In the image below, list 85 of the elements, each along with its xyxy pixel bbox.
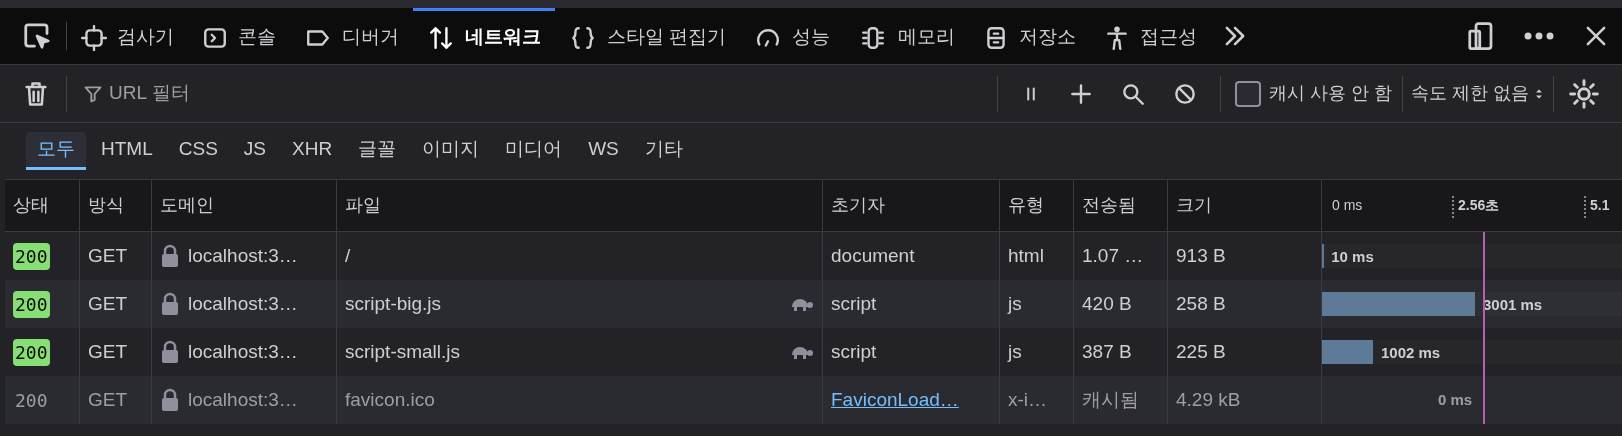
timing-label: 1002 ms — [1381, 343, 1441, 363]
checkbox[interactable] — [1234, 80, 1261, 107]
table-cell-text: localhost:3… — [188, 291, 298, 316]
lock-icon — [160, 292, 180, 316]
type-filter-button[interactable]: WS — [577, 132, 630, 170]
timeline-tick-label: 2.56초 — [1458, 196, 1500, 215]
column-header[interactable]: 유형 — [1008, 192, 1044, 219]
funnel-icon — [83, 83, 103, 104]
table-cell-text: script — [831, 339, 877, 364]
column-header[interactable]: 전송됨 — [1082, 192, 1136, 219]
table-cell-text: script — [831, 291, 877, 316]
status-code: 200 — [14, 388, 49, 413]
table-cell-text: html — [1008, 243, 1044, 268]
table-cell-text: GET — [88, 339, 128, 364]
element-picker-icon — [22, 21, 52, 51]
type-filter-button[interactable]: 이미지 — [411, 132, 491, 170]
type-filter-button[interactable]: CSS — [167, 132, 229, 170]
lock-icon — [160, 340, 180, 364]
throttling-dropdown[interactable]: 속도 제한 없음 — [1402, 75, 1553, 112]
devtools-tab[interactable]: 스타일 편집기 — [555, 8, 741, 64]
type-filter-button[interactable]: 모두 — [26, 132, 86, 170]
column-header[interactable]: 초기자 — [831, 192, 885, 219]
table-cell-text: localhost:3… — [188, 387, 298, 412]
table-cell-text: GET — [88, 243, 128, 268]
timing-label: 0 ms — [1438, 389, 1473, 410]
table-cell-text: 913 B — [1176, 243, 1226, 268]
initiator-link: FaviconLoad… — [831, 387, 959, 412]
type-filter-button[interactable]: 기타 — [633, 132, 694, 170]
url-filter-input[interactable]: URL 필터 — [109, 79, 509, 108]
timing-label: 10 ms — [1331, 247, 1374, 267]
table-cell-text: 225 B — [1176, 339, 1226, 364]
table-cell-text: 420 B — [1082, 291, 1132, 316]
table-cell-text: 4.29 kB — [1176, 387, 1241, 412]
more-options-icon — [1524, 32, 1554, 40]
table-cell-text: script-small.js — [345, 339, 461, 364]
column-header[interactable]: 크기 — [1176, 192, 1212, 219]
column-header[interactable]: 도메인 — [160, 192, 214, 219]
timeline-tick-label: 5.1 — [1590, 196, 1610, 215]
table-cell-text: x-i… — [1008, 387, 1048, 412]
table-cell-text: localhost:3… — [188, 339, 298, 364]
curly-braces-icon — [569, 24, 597, 51]
devtools-tab[interactable]: 접근성 — [1090, 8, 1212, 64]
timing-label: 3001 ms — [1483, 295, 1543, 315]
crosshair-icon — [81, 24, 107, 51]
turtle-icon — [790, 296, 814, 312]
turtle-icon — [790, 344, 814, 360]
settings-icon — [1568, 77, 1600, 110]
request-row[interactable]: 200 GET localhost:3… script-big.js script js 420 B 258 B 3001 ms — [5, 280, 1622, 328]
table-cell-text: js — [1008, 291, 1022, 316]
status-code: 200 — [13, 242, 50, 270]
table-cell-text: localhost:3… — [188, 243, 298, 268]
column-header[interactable]: 방식 — [88, 192, 124, 219]
lock-icon — [160, 388, 180, 412]
column-header[interactable]: 상태 — [13, 192, 49, 219]
devtools-tab[interactable]: 네트워크 — [413, 8, 555, 64]
up-down-arrows-icon — [427, 24, 455, 51]
table-cell-text: js — [1008, 339, 1022, 364]
table-cell-text: 캐시됨 — [1082, 387, 1139, 412]
table-cell-text: script-big.js — [345, 291, 442, 316]
table-cell-text: 258 B — [1176, 291, 1226, 316]
checkbox-label: 캐시 사용 안 함 — [1268, 82, 1392, 105]
status-code: 200 — [13, 338, 50, 366]
devtools-tab[interactable]: 디버거 — [290, 8, 413, 64]
type-filter-button[interactable]: 미디어 — [494, 132, 574, 170]
devtools-tab[interactable]: 성능 — [740, 8, 845, 64]
devtools-tab[interactable]: 콘솔 — [188, 8, 290, 64]
devtools-tab[interactable]: 검사기 — [67, 8, 188, 64]
table-cell-text: GET — [88, 291, 128, 316]
table-cell-text: favicon.ico — [345, 387, 435, 412]
request-row[interactable]: 200 GET localhost:3… favicon.ico FaviconLoad… x-i… 캐시됨 4.29 kB 0 ms — [5, 376, 1622, 424]
timeline-tick-label: 0 ms — [1332, 196, 1363, 215]
table-cell-text: 1.07 … — [1082, 243, 1144, 268]
type-filter-button[interactable]: XHR — [281, 132, 344, 170]
table-cell-text: GET — [88, 387, 128, 412]
status-code: 200 — [13, 290, 50, 318]
type-filter-button[interactable]: 글꼴 — [347, 132, 408, 170]
column-header[interactable]: 파일 — [345, 192, 381, 219]
table-cell-text: / — [345, 243, 351, 268]
devtools-tab[interactable]: 저장소 — [969, 8, 1091, 64]
table-cell-text: document — [831, 243, 915, 268]
type-filter-button[interactable]: JS — [232, 132, 277, 170]
devtools-tab[interactable]: 메모리 — [844, 8, 970, 64]
table-cell-text: 387 B — [1082, 339, 1132, 364]
type-filter-button[interactable]: HTML — [90, 132, 164, 170]
lock-icon — [160, 244, 180, 268]
